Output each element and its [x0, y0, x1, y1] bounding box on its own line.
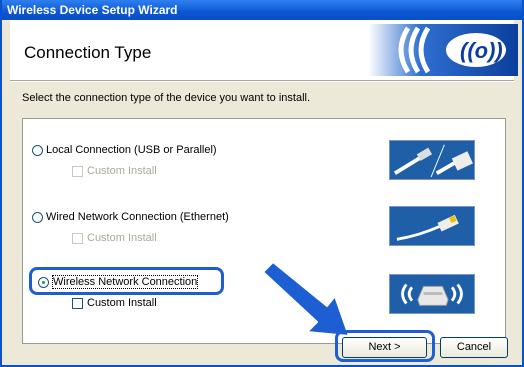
page-title: Connection Type	[24, 43, 152, 62]
radio-button[interactable]	[38, 276, 49, 288]
radio-label: Local Connection (USB or Parallel)	[46, 144, 217, 156]
radio-label: Wired Network Connection (Ethernet)	[46, 211, 229, 223]
header-separator	[10, 80, 514, 82]
wizard-window: Wireless Device Setup Wizard Connection …	[0, 0, 524, 367]
radio-button[interactable]	[32, 144, 43, 156]
checkbox-label: Custom Install	[87, 297, 157, 309]
header-banner: Connection Type ((o))	[10, 20, 518, 80]
next-button[interactable]: Next >	[342, 337, 427, 358]
checkbox[interactable]	[72, 297, 83, 309]
checkbox-custom-install-wired[interactable]: Custom Install	[72, 232, 157, 244]
title-bar: Wireless Device Setup Wizard	[2, 0, 522, 20]
radio-wireless-connection[interactable]: Wireless Network Connection	[38, 275, 199, 289]
checkbox[interactable]	[72, 165, 83, 177]
checkbox-custom-install-wireless[interactable]: Custom Install	[72, 297, 157, 309]
checkbox[interactable]	[72, 232, 83, 244]
svg-text:((o)): ((o))	[460, 38, 503, 63]
radio-label: Wireless Network Connection	[52, 275, 199, 289]
radio-wired-connection[interactable]: Wired Network Connection (Ethernet)	[32, 211, 229, 223]
cancel-button[interactable]: Cancel	[440, 337, 508, 358]
radio-local-connection[interactable]: Local Connection (USB or Parallel)	[32, 144, 217, 156]
usb-parallel-cable-image	[389, 140, 475, 180]
checkbox-label: Custom Install	[87, 232, 157, 244]
wireless-printer-image	[389, 274, 475, 314]
radio-button[interactable]	[32, 211, 43, 223]
checkbox-label: Custom Install	[87, 165, 157, 177]
wireless-logo-icon: ((o))	[368, 24, 518, 76]
checkbox-custom-install-local[interactable]: Custom Install	[72, 165, 157, 177]
ethernet-cable-image	[389, 206, 475, 246]
instruction-text: Select the connection type of the device…	[22, 92, 311, 104]
